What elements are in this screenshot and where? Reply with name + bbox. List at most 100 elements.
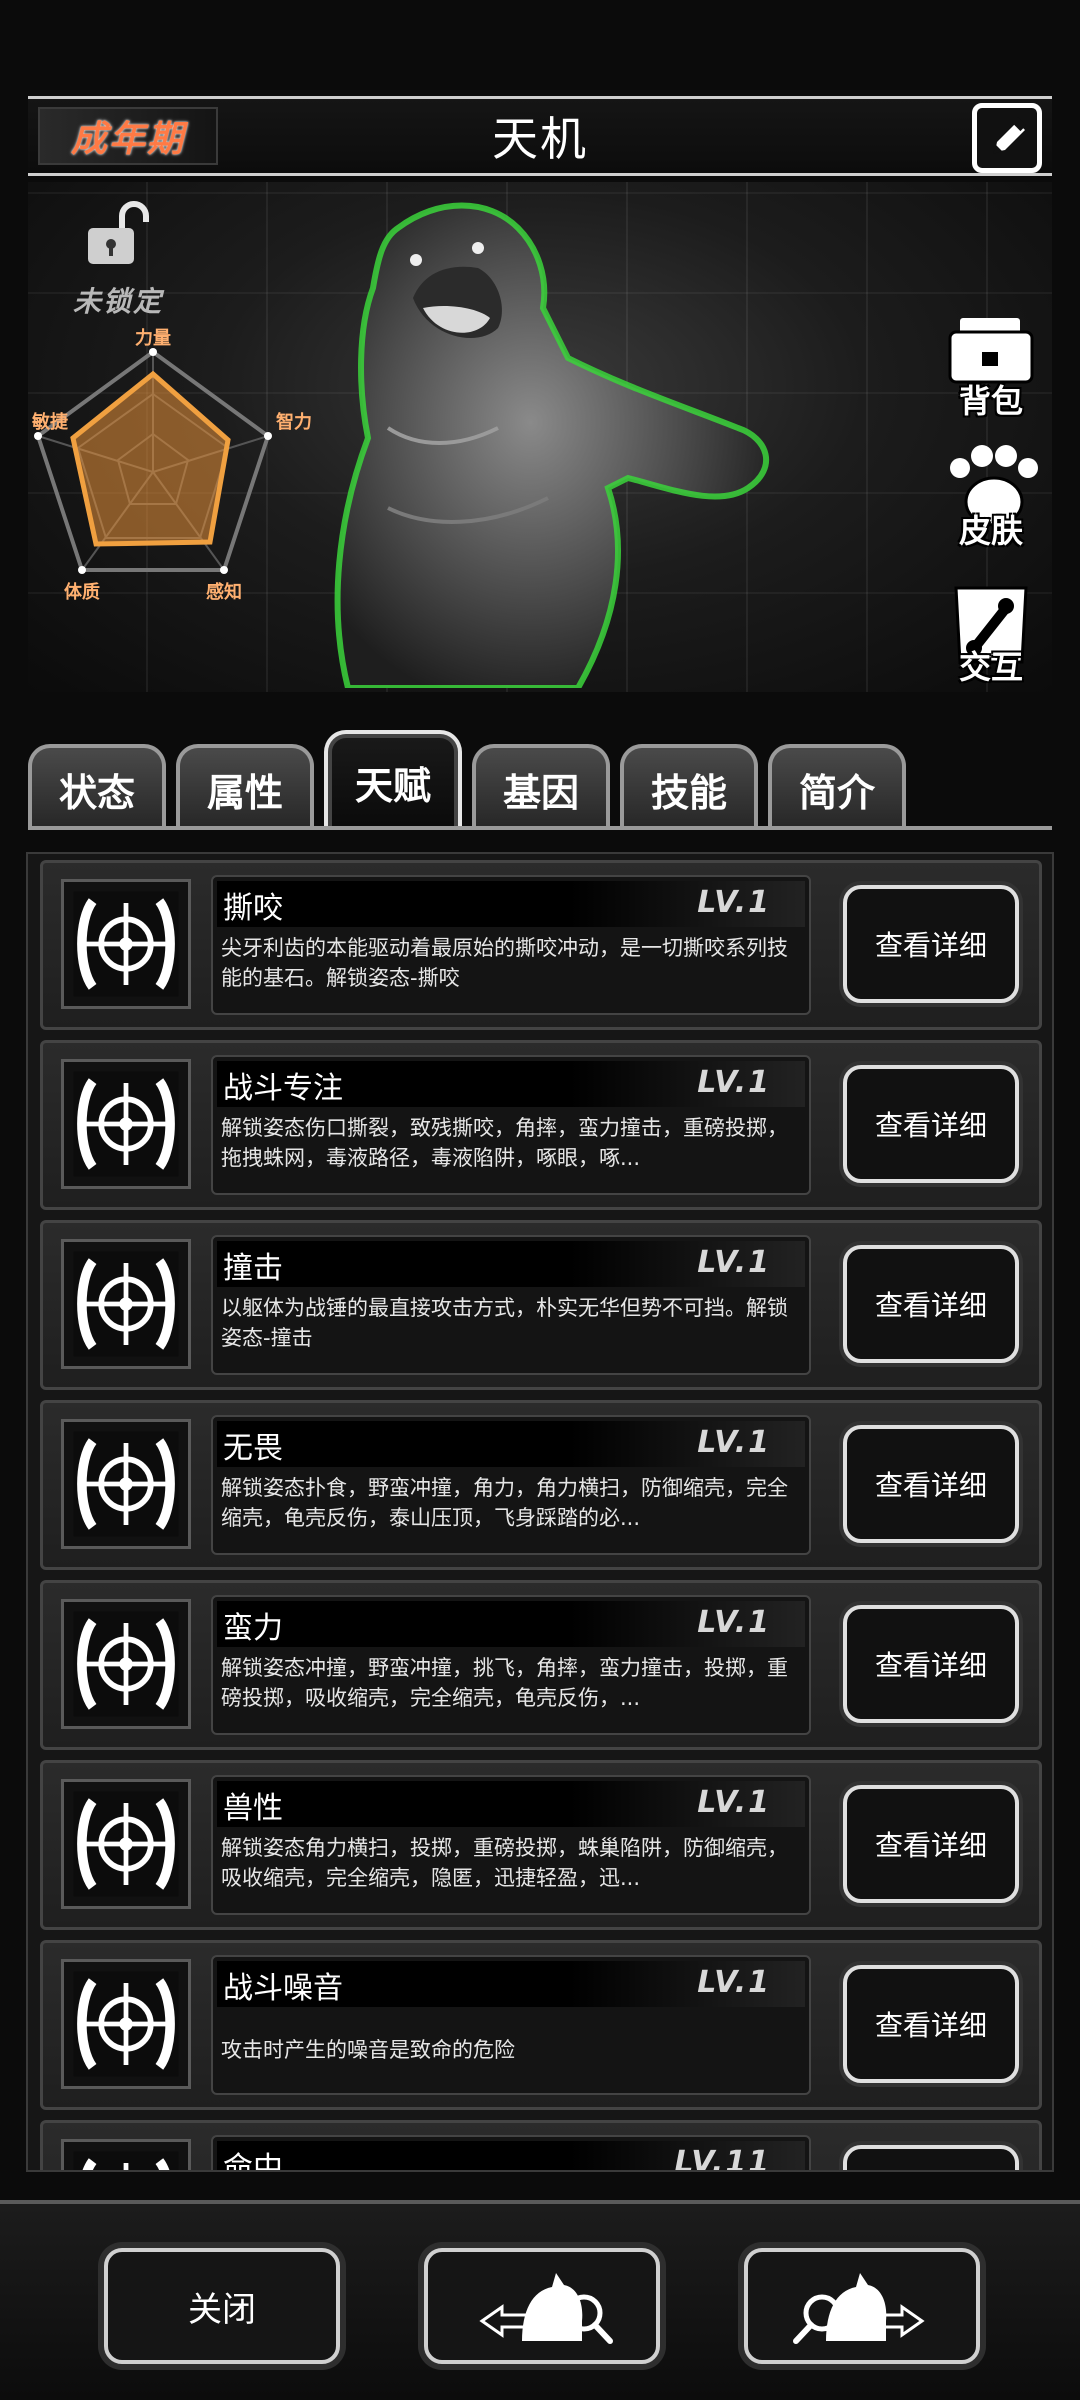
talent-description: 解锁姿态伤口撕裂，致残撕咬，角摔，蛮力撞击，重磅投掷，拖拽蛛网，毒液路径，毒液陷… bbox=[221, 1116, 788, 1170]
unlocked-padlock-icon bbox=[88, 201, 149, 264]
interact-label: 交互 bbox=[958, 648, 1023, 686]
talent-card: 战斗专注 LV.1 解锁姿态伤口撕裂，致残撕咬，角摔，蛮力撞击，重磅投掷，拖拽蛛… bbox=[40, 1040, 1042, 1210]
talent-level: LV.1 bbox=[697, 885, 771, 920]
talent-name: 命中 bbox=[223, 2151, 283, 2172]
view-details-button[interactable]: 查看详细 bbox=[843, 885, 1019, 1003]
rename-button[interactable] bbox=[972, 103, 1042, 173]
skin-button[interactable]: 皮肤 bbox=[936, 442, 1046, 552]
view-details-button[interactable]: 查看详细 bbox=[843, 1965, 1019, 2083]
talent-level: LV.1 bbox=[697, 1605, 771, 1640]
talent-emblem-icon bbox=[73, 1431, 179, 1537]
talent-emblem-icon bbox=[73, 1971, 179, 2077]
talent-name: 撕咬 bbox=[223, 891, 283, 926]
backpack-label: 背包 bbox=[958, 382, 1023, 420]
previous-creature-button[interactable] bbox=[424, 2248, 660, 2364]
view-details-button[interactable]: 查看详细 bbox=[843, 1065, 1019, 1183]
radar-label-intelligence: 智力 bbox=[276, 411, 312, 433]
talent-level: LV.1 bbox=[697, 1785, 771, 1820]
view-details-button[interactable]: 查看详细 bbox=[843, 1605, 1019, 1723]
talent-level: LV.1 bbox=[697, 1425, 771, 1460]
radar-label-agility: 敏捷 bbox=[31, 411, 69, 433]
talent-description: 解锁姿态冲撞，野蛮冲撞，挑飞，角摔，蛮力撞击，投掷，重磅投掷，吸收缩壳，完全缩壳… bbox=[221, 1656, 788, 1710]
talent-info-panel: 撕咬 LV.1 尖牙利齿的本能驱动着最原始的撕咬冲动，是一切撕咬系列技能的基石。… bbox=[211, 875, 811, 1015]
talent-icon bbox=[61, 879, 191, 1009]
backpack-button[interactable]: 背包 bbox=[936, 312, 1046, 422]
inspect-previous-icon bbox=[479, 2273, 613, 2344]
character-tabs: 状态 属性 天赋 基因 技能 简介 bbox=[28, 730, 1052, 830]
talent-info-panel: 战斗专注 LV.1 解锁姿态伤口撕裂，致残撕咬，角摔，蛮力撞击，重磅投掷，拖拽蛛… bbox=[211, 1055, 811, 1195]
tab-status[interactable]: 状态 bbox=[28, 744, 166, 830]
talent-list[interactable]: 撕咬 LV.1 尖牙利齿的本能驱动着最原始的撕咬冲动，是一切撕咬系列技能的基石。… bbox=[26, 852, 1054, 2172]
talent-emblem-icon bbox=[73, 1791, 179, 1897]
close-button[interactable]: 关闭 bbox=[104, 2248, 340, 2364]
talent-card: 撕咬 LV.1 尖牙利齿的本能驱动着最原始的撕咬冲动，是一切撕咬系列技能的基石。… bbox=[40, 860, 1042, 1030]
view-details-button[interactable]: 查看详细 bbox=[843, 2145, 1019, 2170]
talent-description: 以躯体为战锤的最直接攻击方式，朴实无华但势不可挡。解锁姿态-撞击 bbox=[221, 1296, 788, 1350]
talent-icon bbox=[61, 1059, 191, 1189]
bottom-action-bar: 关闭 bbox=[0, 2200, 1080, 2400]
talent-header: 兽性 LV.1 bbox=[217, 1781, 805, 1827]
tab-divider bbox=[28, 826, 1052, 830]
talent-name: 战斗噪音 bbox=[223, 1971, 343, 2006]
talent-header: 命中 LV.11 bbox=[217, 2141, 805, 2172]
talent-emblem-icon bbox=[73, 2151, 179, 2170]
talent-info-panel: 撞击 LV.1 以躯体为战锤的最直接攻击方式，朴实无华但势不可挡。解锁姿态-撞击 bbox=[211, 1235, 811, 1375]
tab-profile[interactable]: 简介 bbox=[768, 744, 906, 830]
talent-header: 战斗专注 LV.1 bbox=[217, 1061, 805, 1107]
character-showcase: 未锁定 力量 智力 感知 体质 敏捷 背包 皮肤 交互 bbox=[28, 182, 1052, 692]
talent-icon bbox=[61, 1599, 191, 1729]
talent-card: 战斗噪音 LV.1 攻击时产生的噪音是致命的危险 查看详细 bbox=[40, 1940, 1042, 2110]
talent-name: 兽性 bbox=[223, 1791, 283, 1826]
talent-info-panel: 命中 LV.11 bbox=[211, 2135, 811, 2172]
tab-skills[interactable]: 技能 bbox=[620, 744, 758, 830]
talent-emblem-icon bbox=[73, 1611, 179, 1717]
radar-label-strength: 力量 bbox=[135, 327, 171, 349]
talent-info-panel: 兽性 LV.1 解锁姿态角力横扫，投掷，重磅投掷，蛛巢陷阱，防御缩壳，吸收缩壳，… bbox=[211, 1775, 811, 1915]
talent-name: 蛮力 bbox=[223, 1611, 283, 1646]
talent-icon bbox=[61, 2139, 191, 2170]
view-details-button[interactable]: 查看详细 bbox=[843, 1785, 1019, 1903]
talent-icon bbox=[61, 1959, 191, 2089]
view-details-button[interactable]: 查看详细 bbox=[843, 1245, 1019, 1363]
talent-level: LV.1 bbox=[697, 1965, 771, 2000]
radar-label-perception: 感知 bbox=[206, 581, 242, 603]
talent-emblem-icon bbox=[73, 1071, 179, 1177]
talent-icon bbox=[61, 1779, 191, 1909]
talent-header: 撕咬 LV.1 bbox=[217, 881, 805, 927]
radar-label-constitution: 体质 bbox=[64, 581, 100, 603]
talent-name: 战斗专注 bbox=[223, 1071, 343, 1106]
talent-description: 尖牙利齿的本能驱动着最原始的撕咬冲动，是一切撕咬系列技能的基石。解锁姿态-撕咬 bbox=[221, 936, 788, 990]
tab-genes[interactable]: 基因 bbox=[472, 744, 610, 830]
talent-name: 无畏 bbox=[223, 1431, 283, 1466]
skin-label: 皮肤 bbox=[958, 512, 1023, 550]
talent-icon bbox=[61, 1239, 191, 1369]
talent-card: 蛮力 LV.1 解锁姿态冲撞，野蛮冲撞，挑飞，角摔，蛮力撞击，投掷，重磅投掷，吸… bbox=[40, 1580, 1042, 1750]
talent-header: 蛮力 LV.1 bbox=[217, 1601, 805, 1647]
talent-emblem-icon bbox=[73, 1251, 179, 1357]
talent-icon bbox=[61, 1419, 191, 1549]
talent-header: 撞击 LV.1 bbox=[217, 1241, 805, 1287]
attribute-radar-chart: 力量 智力 感知 体质 敏捷 bbox=[31, 327, 312, 603]
talent-level: LV.1 bbox=[697, 1245, 771, 1280]
tab-talents[interactable]: 天赋 bbox=[324, 730, 462, 830]
talent-info-panel: 战斗噪音 LV.1 攻击时产生的噪音是致命的危险 bbox=[211, 1955, 811, 2095]
talent-description: 解锁姿态扑食，野蛮冲撞，角力，角力横扫，防御缩壳，完全缩壳，龟壳反伤，泰山压顶，… bbox=[221, 1476, 788, 1530]
talent-card: 命中 LV.11 查看详细 bbox=[40, 2120, 1042, 2172]
talent-description: 攻击时产生的噪音是致命的危险 bbox=[221, 2038, 515, 2062]
radar-value-area bbox=[70, 370, 231, 547]
tab-attributes[interactable]: 属性 bbox=[176, 744, 314, 830]
talent-emblem-icon bbox=[73, 891, 179, 997]
header-bar: 成年期 天机 bbox=[28, 96, 1052, 176]
lock-toggle[interactable]: 未锁定 bbox=[58, 200, 178, 320]
talent-info-panel: 无畏 LV.1 解锁姿态扑食，野蛮冲撞，角力，角力横扫，防御缩壳，完全缩壳，龟壳… bbox=[211, 1415, 811, 1555]
page-title: 天机 bbox=[492, 112, 588, 166]
talent-info-panel: 蛮力 LV.1 解锁姿态冲撞，野蛮冲撞，挑飞，角摔，蛮力撞击，投掷，重磅投掷，吸… bbox=[211, 1595, 811, 1735]
lock-status-label: 未锁定 bbox=[72, 285, 163, 318]
talent-header: 战斗噪音 LV.1 bbox=[217, 1961, 805, 2007]
interact-button[interactable]: 交互 bbox=[936, 578, 1046, 688]
next-creature-button[interactable] bbox=[744, 2248, 980, 2364]
talent-level: LV.1 bbox=[697, 1065, 771, 1100]
talent-description: 解锁姿态角力横扫，投掷，重磅投掷，蛛巢陷阱，防御缩壳，吸收缩壳，完全缩壳，隐匿，… bbox=[221, 1836, 788, 1890]
view-details-button[interactable]: 查看详细 bbox=[843, 1425, 1019, 1543]
inspect-next-icon bbox=[793, 2273, 925, 2344]
